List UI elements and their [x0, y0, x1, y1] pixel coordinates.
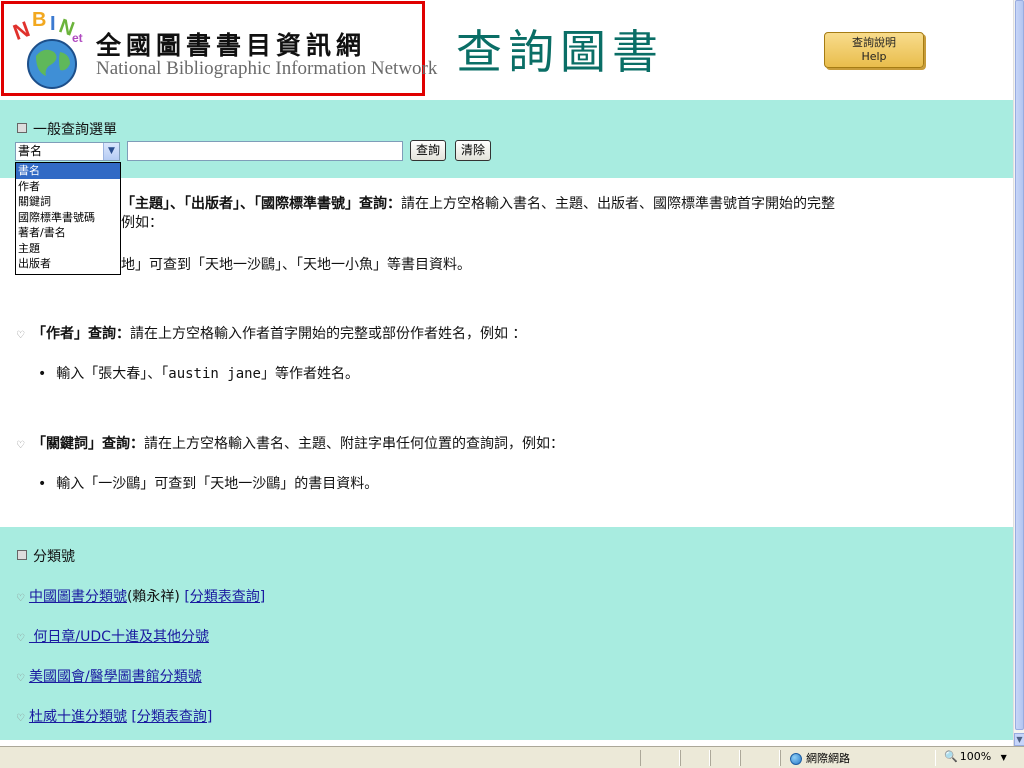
internet-zone-label: 網際網路 [806, 752, 850, 765]
help-example-subject: 地」可查到「天地一沙鷗」、「天地一小魚」等書目資料。 [121, 257, 471, 273]
vertical-scrollbar[interactable]: ▼ [1013, 0, 1024, 746]
list-dot-icon: • [38, 476, 47, 492]
search-field-select[interactable]: 書名 ▼ [15, 142, 120, 161]
example-prefix: 輸入「張大春」、「 [56, 366, 169, 382]
svg-text:et: et [72, 31, 83, 45]
heart-bullet-icon: ♡ [16, 713, 25, 724]
classification-item: ♡ 杜威十進分類號 [分類表查詢] [16, 706, 212, 726]
help-paragraph-keyword: ♡ 「關鍵詞」查詢：請在上方空格輸入書名、主題、附註字串任何位置的查詢詞，例如： [16, 433, 564, 453]
scrollbar-thumb[interactable] [1015, 0, 1024, 730]
classification-table-link[interactable]: [分類表查詢] [184, 589, 265, 605]
search-field-dropdown: 書名 作者 關鍵詞 國際標準書號碼 著者/書名 主題 出版者 [15, 162, 121, 275]
help-paragraph-text: 請在上方空格輸入書名、主題、出版者、國際標準書號首字開始的完整 [401, 196, 835, 212]
dropdown-option[interactable]: 出版者 [16, 256, 120, 272]
logo-title-english: National Bibliographic Information Netwo… [96, 58, 438, 79]
svg-text:I: I [50, 13, 56, 35]
help-paragraph-title-subject: 「主題」、「出版者」、「國際標準書號」查詢：請在上方空格輸入書名、主題、出版者、… [121, 193, 835, 213]
classification-link[interactable]: 杜威十進分類號 [29, 709, 127, 725]
classification-item: ♡ 中國圖書分類號(賴永祥) [分類表查詢] [16, 586, 265, 606]
help-paragraph-heading: 「主題」、「出版者」、「國際標準書號」查詢： [121, 196, 401, 212]
help-button-label-en: Help [861, 50, 887, 63]
classification-note: (賴永祥) [126, 589, 185, 605]
help-example-author: • 輸入「張大春」、「austin jane」等作者姓名。 [38, 363, 359, 383]
dropdown-option[interactable]: 主題 [16, 241, 120, 257]
heart-bullet-icon: ♡ [16, 440, 25, 451]
classification-link[interactable]: 中國圖書分類號 [29, 589, 127, 605]
classification-item: ♡ 美國國會/醫學圖書館分類號 [16, 666, 202, 686]
search-section-label: 一般查詢選單 [17, 119, 117, 139]
example-text: 輸入「一沙鷗」可查到「天地一沙鷗」的書目資料。 [56, 476, 379, 492]
heart-bullet-icon: ♡ [16, 593, 25, 604]
magnifier-icon: 🔍 [944, 750, 958, 763]
help-button-label-zh: 查詢說明 [852, 36, 896, 49]
chevron-down-icon[interactable]: ▼ [1001, 753, 1007, 762]
status-bar: 網際網路 🔍 100% ▼ [0, 746, 1024, 768]
browser-page: N B I N et 全國圖書書目資訊網 National Bibliograp… [0, 0, 1013, 746]
classification-section-text: 分類號 [33, 549, 75, 565]
classification-section-label: 分類號 [17, 546, 75, 566]
classification-item: ♡ 何日章/UDC十進及其他分號 [16, 626, 209, 646]
query-button[interactable]: 查詢 [410, 140, 447, 161]
logo-title-chinese: 全國圖書書目資訊網 [96, 31, 367, 60]
zoom-level: 100% [959, 750, 992, 763]
svg-text:B: B [32, 12, 46, 31]
help-paragraph-heading: 「作者」查詢： [31, 326, 130, 342]
svg-text:N: N [12, 16, 33, 45]
help-paragraph-author: ♡ 「作者」查詢：請在上方空格輸入作者首字開始的完整或部份作者姓名，例如 ： [16, 323, 526, 343]
classification-link[interactable]: 美國國會/醫學圖書館分類號 [29, 669, 202, 685]
page-title: 查詢圖書 [456, 25, 664, 79]
classification-link[interactable]: 何日章/UDC十進及其他分號 [29, 629, 209, 645]
status-divider [710, 750, 740, 766]
example-suffix: 」等作者姓名。 [260, 366, 359, 382]
globe-logo-icon: N B I N et [12, 12, 83, 89]
globe-icon [790, 753, 802, 765]
search-input[interactable] [127, 141, 403, 161]
status-divider [640, 750, 680, 766]
search-field-selected: 書名 [18, 144, 43, 158]
dropdown-option[interactable]: 書名 [16, 163, 120, 179]
heart-bullet-icon: ♡ [16, 673, 25, 684]
heart-bullet-icon: ♡ [16, 633, 25, 644]
list-dot-icon: • [38, 366, 47, 382]
help-paragraph-text: 請在上方空格輸入作者首字開始的完整或部份作者姓名，例如 ： [129, 326, 527, 342]
search-section-text: 一般查詢選單 [33, 122, 117, 138]
help-paragraph-heading: 「關鍵詞」查詢： [31, 436, 144, 452]
section-bullet-icon [17, 123, 27, 133]
heart-bullet-icon: ♡ [16, 330, 25, 341]
example-latin: austin jane [168, 366, 261, 382]
dropdown-option[interactable]: 作者 [16, 179, 120, 195]
help-example-keyword: • 輸入「一沙鷗」可查到「天地一沙鷗」的書目資料。 [38, 473, 378, 493]
dropdown-option[interactable]: 著者/書名 [16, 225, 120, 241]
search-panel [0, 100, 1013, 178]
classification-table-link[interactable]: [分類表查詢] [131, 709, 212, 725]
help-paragraph-text: 請在上方空格輸入書名、主題、附註字串任何位置的查詢詞，例如： [143, 436, 564, 452]
zoom-control[interactable]: 🔍 100% ▼ [944, 750, 1007, 763]
chevron-down-icon[interactable]: ▼ [103, 143, 119, 160]
clear-button[interactable]: 清除 [455, 140, 492, 161]
dropdown-option[interactable]: 國際標準書號碼 [16, 210, 120, 226]
site-logo[interactable]: N B I N et 全國圖書書目資訊網 National Bibliograp… [1, 1, 437, 96]
site-header: N B I N et 全國圖書書目資訊網 National Bibliograp… [0, 0, 1013, 100]
internet-zone: 網際網路 [790, 750, 850, 766]
section-bullet-icon [17, 550, 27, 560]
dropdown-option[interactable]: 關鍵詞 [16, 194, 120, 210]
status-divider [680, 750, 710, 766]
help-paragraph-line2: 例如： [121, 215, 163, 231]
scroll-down-icon[interactable]: ▼ [1014, 733, 1024, 746]
status-divider [740, 750, 780, 766]
help-button[interactable]: 查詢說明 Help [824, 32, 924, 68]
